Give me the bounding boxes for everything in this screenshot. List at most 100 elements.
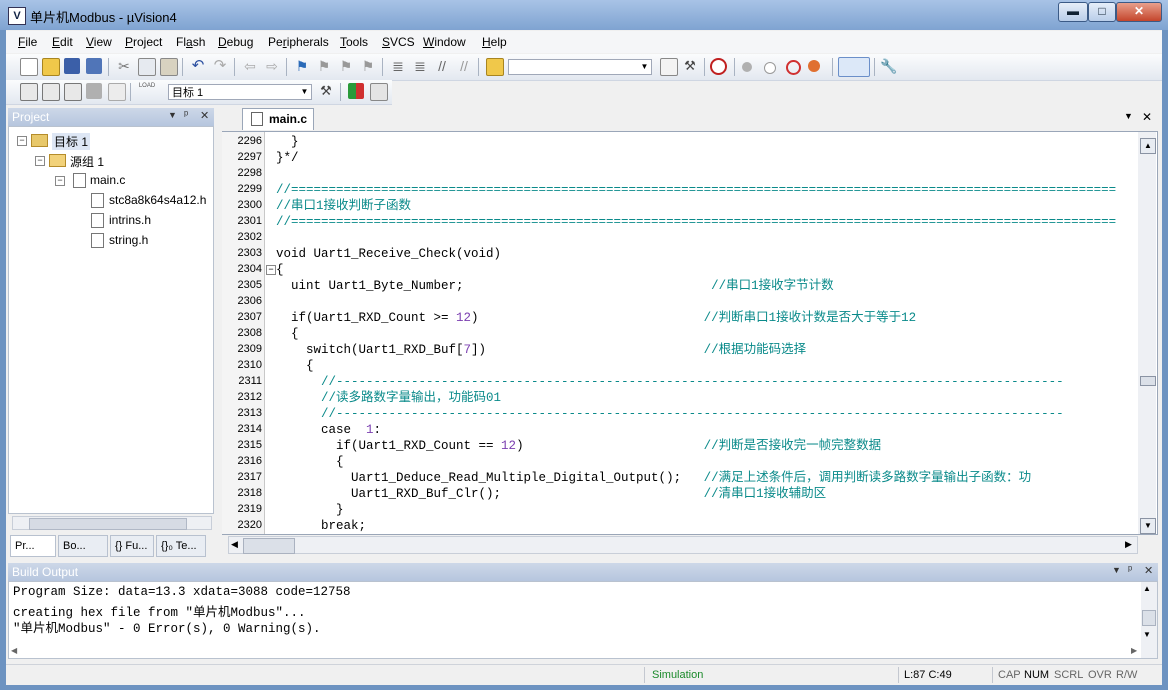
next-bookmark-icon[interactable]: ⚑	[338, 58, 354, 74]
collapse-icon[interactable]: −	[55, 176, 65, 186]
code-area[interactable]: 2296 } 2297}*/ 2298 2299 //=================…	[222, 132, 1136, 534]
open-folder-icon[interactable]	[42, 58, 60, 76]
scroll-thumb[interactable]	[1142, 610, 1156, 626]
collapse-icon[interactable]: −	[35, 156, 45, 166]
undo-icon[interactable]: ↶	[190, 58, 206, 74]
manage-components-icon[interactable]	[348, 83, 364, 99]
menu-debug[interactable]: Debug	[218, 35, 253, 49]
chevron-down-icon[interactable]: ▼	[1124, 111, 1133, 121]
unindent-icon[interactable]: ≣	[412, 58, 428, 74]
chevron-down-icon[interactable]: ▼	[168, 110, 177, 120]
minimize-button[interactable]: ▬	[1058, 2, 1088, 22]
scroll-thumb[interactable]	[29, 518, 187, 530]
tab-functions[interactable]: {} Fu...	[110, 535, 154, 557]
scroll-up-icon[interactable]: ▲	[1140, 138, 1156, 154]
scroll-down-icon[interactable]: ▼	[1140, 518, 1156, 534]
menu-flash[interactable]: Flash	[176, 35, 205, 49]
scroll-thumb[interactable]	[1140, 376, 1156, 386]
uncomment-icon[interactable]: //	[456, 58, 472, 74]
find-in-files-icon[interactable]	[486, 58, 504, 76]
tab-project[interactable]: Pr...	[10, 535, 56, 557]
stop-build-icon[interactable]	[108, 83, 126, 101]
menu-edit[interactable]: Edit	[52, 35, 73, 49]
pin-icon[interactable]: ᵖ	[184, 109, 188, 121]
breakpoint-icon[interactable]	[742, 62, 752, 72]
scroll-left-icon[interactable]: ◀	[231, 539, 238, 550]
menu-svcs[interactable]: SVCS	[382, 35, 415, 49]
scroll-left-icon[interactable]: ◀	[11, 646, 17, 655]
code-line: //======================================…	[276, 182, 1116, 198]
clear-bookmarks-icon[interactable]: ⚑	[360, 58, 376, 74]
new-file-icon[interactable]	[20, 58, 38, 76]
save-icon[interactable]	[64, 58, 80, 74]
tree-item-string-header[interactable]: string.h	[109, 233, 148, 247]
batch-build-icon[interactable]	[86, 83, 102, 99]
select-packs-icon[interactable]	[370, 83, 388, 101]
chevron-down-icon[interactable]: ▼	[1112, 565, 1121, 575]
editor-horizontal-scrollbar[interactable]: ◀ ▶	[228, 536, 1138, 554]
editor-vertical-scrollbar[interactable]: ▲ ▼	[1138, 132, 1156, 534]
kill-all-breakpoints-icon[interactable]	[808, 60, 820, 72]
nav-forward-icon[interactable]: ⇨	[264, 58, 280, 74]
scroll-right-icon[interactable]: ▶	[1125, 539, 1132, 550]
bookmark-icon[interactable]: ⚑	[294, 58, 310, 74]
menu-help[interactable]: Help	[482, 35, 507, 49]
target-select[interactable]: 目标 1 ▼	[168, 84, 312, 100]
menu-file[interactable]: File	[18, 35, 37, 49]
nav-back-icon[interactable]: ⇦	[242, 58, 258, 74]
menu-tools[interactable]: Tools	[340, 35, 368, 49]
paste-icon[interactable]	[160, 58, 178, 76]
window-layout-icon[interactable]	[838, 57, 870, 77]
rebuild-icon[interactable]	[64, 83, 82, 101]
menu-view[interactable]: View	[86, 35, 112, 49]
tree-item-intrins-header[interactable]: intrins.h	[109, 213, 151, 227]
find-tool-icon[interactable]: ⚒	[682, 58, 698, 74]
menu-peripherals[interactable]: Peripherals	[268, 35, 329, 49]
close-icon[interactable]: ✕	[200, 109, 209, 122]
debug-session-icon[interactable]	[710, 58, 727, 75]
indent-icon[interactable]: ≣	[390, 58, 406, 74]
comment-icon[interactable]: //	[434, 58, 450, 74]
prev-bookmark-icon[interactable]: ⚑	[316, 58, 332, 74]
line-number: 2317	[237, 471, 262, 483]
find-combo[interactable]: ▼	[508, 59, 652, 75]
scroll-down-icon[interactable]: ▼	[1143, 630, 1151, 639]
target-options-icon[interactable]: ⚒	[318, 83, 334, 99]
project-horizontal-scrollbar[interactable]	[12, 516, 212, 530]
tree-item-group[interactable]: 源组 1	[70, 153, 104, 170]
menu-project[interactable]: Project	[125, 35, 162, 49]
build-icon[interactable]	[42, 83, 60, 101]
tree-item-main-c[interactable]: main.c	[90, 173, 125, 187]
save-all-icon[interactable]	[86, 58, 102, 74]
incremental-find-icon[interactable]	[660, 58, 678, 76]
menu-window[interactable]: Window	[423, 35, 466, 49]
line-number: 2303	[237, 247, 262, 259]
download-icon[interactable]: LOAD	[138, 82, 156, 98]
disable-breakpoint-icon[interactable]	[764, 62, 776, 74]
pin-icon[interactable]: ᵖ	[1128, 564, 1132, 576]
maximize-button[interactable]: □	[1088, 2, 1116, 22]
configure-icon[interactable]: 🔧	[880, 58, 897, 74]
tree-item-target[interactable]: 目标 1	[52, 133, 91, 150]
redo-icon[interactable]: ↷	[212, 58, 228, 74]
build-output-panel[interactable]: Program Size: data=13.3 xdata=3088 code=…	[8, 581, 1158, 659]
close-icon[interactable]: ✕	[1142, 110, 1152, 124]
tree-item-stc-header[interactable]: stc8a8k64s4a12.h	[109, 193, 206, 207]
chevron-down-icon[interactable]: ▼	[299, 86, 310, 98]
copy-icon[interactable]	[138, 58, 156, 76]
build-output-scrollbar[interactable]: ▲ ▼	[1141, 582, 1157, 658]
collapse-icon[interactable]: −	[17, 136, 27, 146]
close-icon[interactable]: ✕	[1144, 564, 1153, 577]
chevron-down-icon[interactable]: ▼	[639, 61, 650, 73]
translate-icon[interactable]	[20, 83, 38, 101]
scroll-thumb[interactable]	[243, 538, 295, 554]
code-text: {	[276, 455, 344, 469]
tab-main-c[interactable]: main.c	[242, 108, 314, 130]
scroll-up-icon[interactable]: ▲	[1143, 584, 1151, 593]
disable-all-breakpoints-icon[interactable]	[786, 60, 801, 75]
close-button[interactable]: ✕	[1116, 2, 1162, 22]
tab-templates[interactable]: {}₀ Te...	[156, 535, 206, 557]
tab-books[interactable]: Bo...	[58, 535, 108, 557]
cut-icon[interactable]: ✂	[116, 58, 132, 74]
scroll-right-icon[interactable]: ▶	[1131, 646, 1137, 655]
